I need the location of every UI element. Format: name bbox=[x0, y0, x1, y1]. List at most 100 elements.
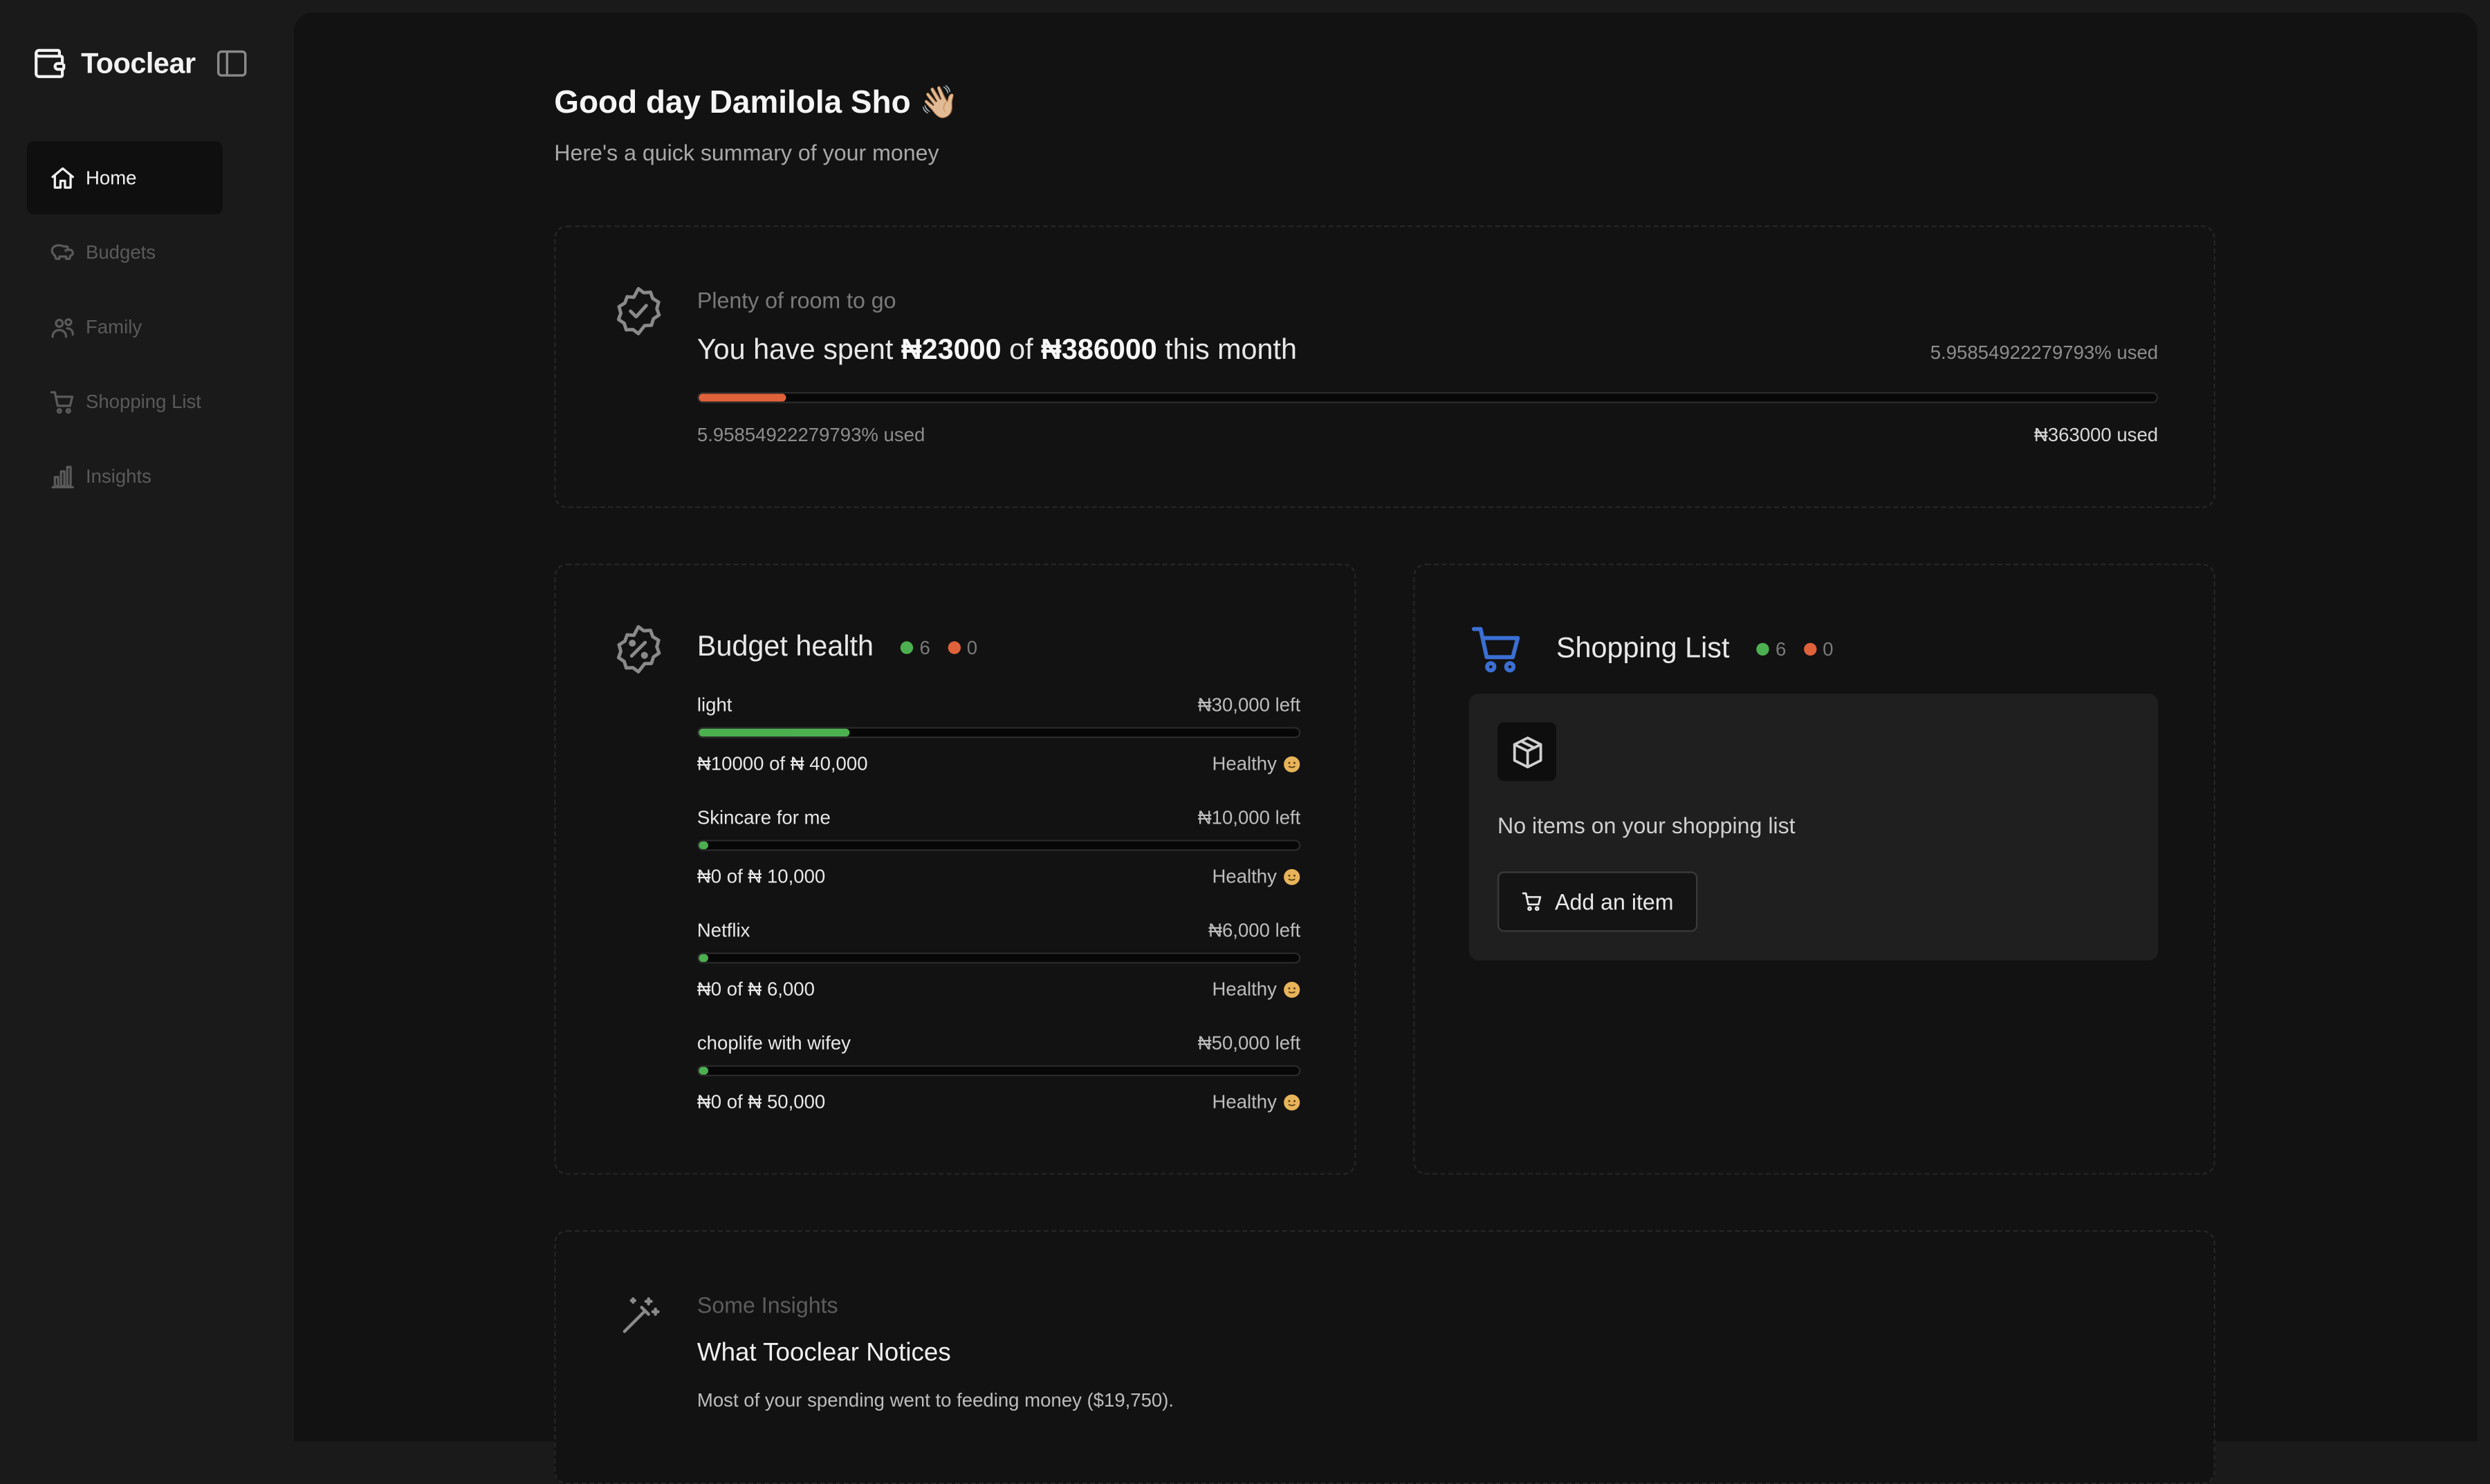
budget-progress-bar bbox=[697, 952, 1301, 964]
sidebar-item-label: Family bbox=[85, 315, 142, 338]
shopping-list-title: Shopping List bbox=[1556, 631, 1730, 664]
budget-progress-bar bbox=[697, 840, 1301, 851]
budget-status: Healthy bbox=[1212, 865, 1300, 887]
sidebar-item-family[interactable]: Family bbox=[27, 290, 222, 364]
shopping-list-header: Shopping List 6 0 bbox=[1556, 632, 1834, 665]
green-dot-icon bbox=[900, 640, 914, 653]
budget-status-label: Healthy bbox=[1212, 752, 1277, 775]
orange-dot-icon bbox=[948, 640, 961, 653]
budget-name: Netflix bbox=[697, 919, 750, 942]
budget-left: ₦6,000 left bbox=[1208, 919, 1301, 942]
remaining-amount: ₦363000 used bbox=[2034, 423, 2159, 447]
package-icon bbox=[1512, 736, 1542, 768]
green-dot-icon bbox=[1756, 642, 1769, 655]
budget-progress-bar bbox=[697, 727, 1301, 739]
budget-status-label: Healthy bbox=[1212, 978, 1277, 1001]
bar-chart-icon bbox=[51, 465, 74, 488]
insights-label: Some Insights bbox=[697, 1292, 838, 1318]
insights-card: Some Insights What Tooclear Notices Most… bbox=[554, 1230, 2215, 1484]
insight-text: Most of your spending went to feeding mo… bbox=[697, 1389, 1174, 1411]
budget-name: Skincare for me bbox=[697, 806, 831, 829]
budget-amount: ₦0 of ₦ 10,000 bbox=[697, 865, 826, 888]
page-subtitle: Here's a quick summary of your money bbox=[554, 140, 939, 165]
sidebar-nav: Home Budgets Family Shopping List Insigh… bbox=[27, 141, 223, 514]
main-content: Good day Damilola Sho 👋🏼 Here's a quick … bbox=[293, 12, 2478, 1484]
add-item-button[interactable]: Add an item bbox=[1497, 871, 1698, 932]
sidebar-item-label: Home bbox=[85, 167, 137, 189]
budget-health-title: Budget health bbox=[697, 630, 874, 662]
magic-wand-icon bbox=[622, 1297, 660, 1333]
cart-icon bbox=[1522, 892, 1542, 911]
package-icon-wrapper bbox=[1497, 722, 1556, 781]
pending-count-value: 0 bbox=[1823, 637, 1834, 660]
insights-title: What Tooclear Notices bbox=[697, 1339, 951, 1367]
budget-amount: ₦10000 of ₦ 40,000 bbox=[697, 752, 868, 775]
budget-progress-fill bbox=[699, 728, 849, 737]
budget-status: Healthy bbox=[1212, 752, 1300, 775]
healthy-count: 6 bbox=[900, 636, 930, 658]
budget-health-header: Budget health 6 0 bbox=[697, 630, 977, 663]
spending-headline: You have spent ₦23000 of ₦386000 this mo… bbox=[697, 333, 1297, 367]
spending-summary-card: Plenty of room to go You have spent ₦230… bbox=[554, 225, 2215, 508]
piggy-bank-icon bbox=[50, 243, 74, 259]
budget-left: ₦50,000 left bbox=[1197, 1032, 1301, 1055]
budget-progress-fill bbox=[699, 954, 709, 963]
spending-progress-fill bbox=[699, 393, 786, 402]
sidebar-toggle-icon[interactable] bbox=[216, 49, 248, 77]
spending-prefix: You have spent bbox=[697, 333, 901, 365]
smiley-icon bbox=[1284, 1093, 1300, 1110]
budget-amount: ₦0 of ₦ 6,000 bbox=[697, 978, 815, 1001]
budget-amount: ₦0 of ₦ 50,000 bbox=[697, 1091, 826, 1113]
add-item-label: Add an item bbox=[1555, 889, 1674, 915]
healthy-count-value: 6 bbox=[919, 636, 930, 658]
budget-progress-bar bbox=[697, 1065, 1301, 1077]
budget-left: ₦10,000 left bbox=[1197, 806, 1301, 829]
orange-dot-icon bbox=[1803, 642, 1817, 655]
badge-check-icon bbox=[616, 286, 661, 335]
budget-status-label: Healthy bbox=[1212, 1091, 1277, 1113]
spending-suffix: this month bbox=[1156, 333, 1297, 365]
sidebar-item-label: Budgets bbox=[85, 241, 156, 264]
sidebar-item-home[interactable]: Home bbox=[27, 141, 223, 214]
budget-status-label: Healthy bbox=[1212, 865, 1277, 888]
budget-name: choplife with wifey bbox=[697, 1032, 851, 1055]
budget-item[interactable]: light ₦30,000 left ₦10000 of ₦ 40,000 He… bbox=[697, 694, 1301, 792]
budget-progress-fill bbox=[699, 1066, 709, 1075]
used-percent: 5.95854922279793% used bbox=[1930, 341, 2159, 364]
bought-count: 6 bbox=[1756, 638, 1786, 660]
budget-health-card: Budget health 6 0 light ₦30,000 left ₦10… bbox=[554, 563, 1356, 1175]
home-icon bbox=[51, 166, 74, 188]
sidebar: Tooclear Home Budgets Family Shopping Li… bbox=[0, 0, 294, 1429]
budget-left: ₦30,000 left bbox=[1197, 694, 1301, 716]
budget-name: light bbox=[697, 694, 732, 716]
sidebar-item-budgets[interactable]: Budgets bbox=[27, 216, 222, 289]
pending-count: 0 bbox=[1803, 637, 1834, 660]
badge-percent-icon bbox=[616, 624, 661, 674]
empty-state-text: No items on your shopping list bbox=[1497, 813, 1796, 839]
spending-status: Plenty of room to go bbox=[697, 287, 896, 313]
used-percent-footer: 5.95854922279793% used bbox=[697, 423, 925, 447]
sidebar-item-label: Insights bbox=[85, 465, 151, 488]
brand[interactable]: Tooclear bbox=[32, 46, 196, 82]
spending-of: of bbox=[1001, 333, 1042, 365]
smiley-icon bbox=[1284, 868, 1300, 884]
unhealthy-count: 0 bbox=[948, 636, 977, 658]
app-name: Tooclear bbox=[81, 46, 196, 79]
sidebar-item-shopping-list[interactable]: Shopping List bbox=[27, 365, 222, 438]
budget-item[interactable]: Skincare for me ₦10,000 left ₦0 of ₦ 10,… bbox=[697, 806, 1301, 905]
sidebar-item-insights[interactable]: Insights bbox=[27, 440, 222, 513]
users-icon bbox=[51, 317, 74, 337]
wallet-icon bbox=[35, 48, 66, 78]
unhealthy-count-value: 0 bbox=[966, 636, 978, 658]
app-window: Tooclear Home Budgets Family Shopping Li… bbox=[0, 0, 2490, 1484]
budget-status: Healthy bbox=[1212, 978, 1300, 1000]
cart-icon bbox=[50, 390, 74, 414]
budget-item[interactable]: choplife with wifey ₦50,000 left ₦0 of ₦… bbox=[697, 1032, 1301, 1130]
sidebar-item-label: Shopping List bbox=[85, 390, 201, 413]
budget-progress-fill bbox=[699, 841, 709, 850]
spending-progress-bar bbox=[697, 392, 2159, 404]
smiley-icon bbox=[1284, 981, 1300, 997]
budget-status: Healthy bbox=[1212, 1091, 1300, 1113]
smiley-icon bbox=[1284, 755, 1300, 772]
budget-item[interactable]: Netflix ₦6,000 left ₦0 of ₦ 6,000 Health… bbox=[697, 919, 1301, 1017]
